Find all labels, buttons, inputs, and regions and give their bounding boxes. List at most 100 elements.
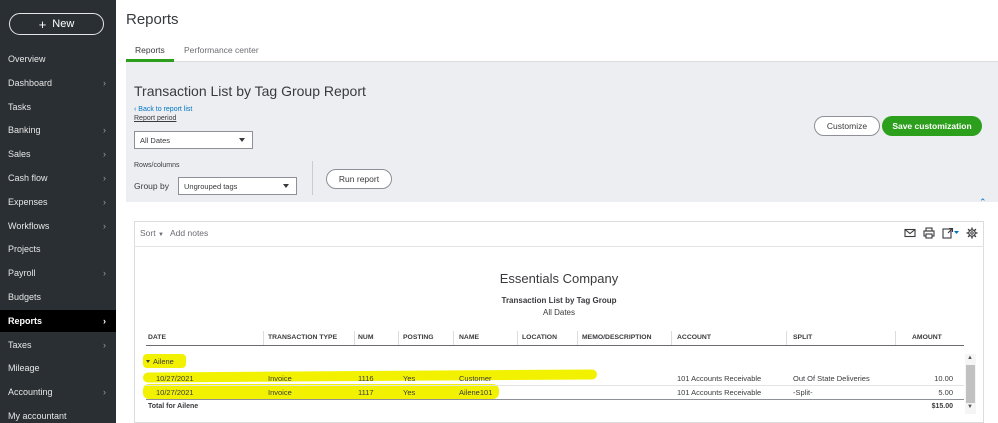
caret-down-icon: ▼ — [157, 232, 164, 238]
column-header-posting[interactable]: POSTING — [403, 334, 434, 341]
report-title: Transaction List by Tag Group Report — [134, 83, 366, 99]
sidebar-item-reports[interactable]: Reports › — [0, 309, 116, 332]
cell-date[interactable]: 10/27/2021 — [156, 388, 194, 397]
cell-transaction-type: Invoice — [268, 374, 292, 383]
sidebar: + New Overview Dashboard › Tasks Banking › Sal… — [0, 0, 116, 423]
print-icon[interactable] — [923, 227, 935, 239]
tab-performance-center[interactable]: Performance center — [184, 45, 259, 55]
new-button[interactable]: + New — [9, 13, 104, 35]
report-period-select[interactable]: All Dates — [134, 131, 253, 149]
sidebar-item-banking[interactable]: Banking › — [0, 119, 116, 141]
column-separator — [517, 331, 518, 345]
chevron-right-icon: › — [103, 77, 106, 88]
rows-columns-label: Rows/columns — [134, 162, 180, 169]
column-header-name[interactable]: NAME — [459, 334, 479, 341]
new-button-label: New — [52, 18, 75, 30]
column-separator — [263, 331, 264, 345]
sidebar-item-label: Mileage — [8, 363, 40, 374]
sidebar-item-label: Sales — [8, 149, 31, 160]
sidebar-item-dashboard[interactable]: Dashboard › — [0, 72, 116, 94]
column-separator — [671, 331, 672, 345]
column-separator — [577, 331, 578, 345]
sidebar-item-label: Reports — [8, 315, 43, 326]
cell-date[interactable]: 10/27/2021 — [156, 374, 194, 383]
chevron-right-icon: › — [103, 339, 106, 350]
sidebar-item-projects[interactable]: Projects — [0, 238, 116, 260]
cell-amount[interactable]: 5.00 — [900, 388, 953, 397]
run-report-button[interactable]: Run report — [326, 169, 392, 189]
cell-posting: Yes — [403, 388, 416, 397]
cell-account: 101 Accounts Receivable — [677, 388, 762, 397]
caret-down-icon — [283, 184, 289, 188]
column-header-location[interactable]: LOCATION — [522, 334, 557, 341]
total-amount[interactable]: $15.00 — [900, 403, 953, 410]
plus-icon: + — [38, 16, 47, 32]
sidebar-item-label: Workflows — [8, 220, 50, 231]
caret-down-icon — [239, 138, 245, 142]
column-header-transaction-type[interactable]: TRANSACTION TYPE — [268, 334, 337, 341]
column-separator — [354, 331, 355, 345]
caret-down-icon[interactable] — [953, 227, 960, 239]
total-label: Total for Ailene — [148, 403, 199, 410]
column-separator — [895, 331, 896, 345]
report-subtitle: Transaction List by Tag Group — [501, 296, 617, 305]
add-notes-link[interactable]: Add notes — [170, 228, 208, 238]
column-header-amount[interactable]: AMOUNT — [912, 334, 942, 341]
cell-split: Out Of State Deliveries — [793, 374, 870, 383]
sidebar-item-label: My accountant — [8, 411, 67, 421]
column-header-memo-description[interactable]: MEMO/DESCRIPTION — [582, 334, 651, 341]
page-title: Reports — [126, 11, 179, 28]
sidebar-item-tasks[interactable]: Tasks — [0, 96, 116, 118]
group-by-select[interactable]: Ungrouped tags — [178, 177, 297, 195]
save-customization-button[interactable]: Save customization — [882, 116, 982, 136]
column-header-date[interactable]: DATE — [148, 334, 166, 341]
chevron-right-icon: › — [103, 220, 106, 231]
sidebar-item-label: Banking — [8, 125, 41, 136]
scroll-down-icon[interactable]: ▼ — [967, 404, 973, 410]
sidebar-item-taxes[interactable]: Taxes › — [0, 334, 116, 356]
group-by-label: Group by — [134, 181, 169, 191]
cell-amount[interactable]: 10.00 — [900, 374, 953, 383]
sidebar-item-my-accountant[interactable]: My accountant — [0, 405, 116, 423]
sidebar-item-payroll[interactable]: Payroll › — [0, 262, 116, 284]
sidebar-item-label: Cash flow — [8, 173, 48, 183]
chevron-right-icon: › — [103, 173, 106, 183]
scroll-up-icon[interactable]: ▲ — [967, 355, 973, 361]
email-icon[interactable] — [904, 227, 916, 239]
group-toggle-ailene[interactable]: Ailene — [146, 357, 174, 366]
column-separator — [398, 331, 399, 345]
sidebar-item-label: Expenses — [8, 196, 48, 207]
back-to-report-list-link[interactable]: ‹ Back to report list — [134, 106, 192, 113]
scrollbar-thumb[interactable] — [966, 365, 975, 403]
tab-reports[interactable]: Reports — [135, 45, 165, 55]
chevron-right-icon: › — [103, 125, 106, 136]
sidebar-item-accounting[interactable]: Accounting › — [0, 381, 116, 403]
caret-down-icon — [146, 360, 150, 363]
sidebar-item-expenses[interactable]: Expenses › — [0, 191, 116, 213]
cell-num: 1116 — [358, 374, 374, 383]
sidebar-item-label: Overview — [8, 54, 46, 64]
sort-dropdown[interactable]: Sort ▼ — [140, 228, 164, 238]
column-header-account[interactable]: ACCOUNT — [677, 334, 711, 341]
sidebar-item-label: Budgets — [8, 292, 42, 302]
cell-num: 1117 — [358, 388, 374, 397]
cell-name: Ailene101 — [459, 388, 493, 397]
sidebar-item-label: Tasks — [8, 101, 32, 112]
chevron-right-icon: › — [103, 268, 106, 279]
column-header-num[interactable]: NUM — [358, 334, 373, 341]
gear-icon[interactable] — [966, 227, 978, 239]
sidebar-item-mileage[interactable]: Mileage — [0, 357, 116, 379]
sidebar-item-budgets[interactable]: Budgets — [0, 286, 116, 308]
sidebar-item-sales[interactable]: Sales › — [0, 143, 116, 165]
customize-button[interactable]: Customize — [814, 116, 880, 136]
column-header-split[interactable]: SPLIT — [793, 334, 812, 341]
sidebar-item-cash-flow[interactable]: Cash flow › — [0, 167, 116, 189]
sidebar-item-overview[interactable]: Overview — [0, 48, 116, 70]
collapse-panel-icon[interactable]: ⌃ — [979, 197, 987, 208]
sidebar-item-label: Dashboard — [8, 77, 53, 88]
chevron-right-icon: › — [103, 149, 106, 160]
column-separator — [786, 331, 787, 345]
cell-account: 101 Accounts Receivable — [677, 374, 762, 383]
sidebar-item-workflows[interactable]: Workflows › — [0, 215, 116, 237]
toolbar-divider — [134, 246, 984, 247]
